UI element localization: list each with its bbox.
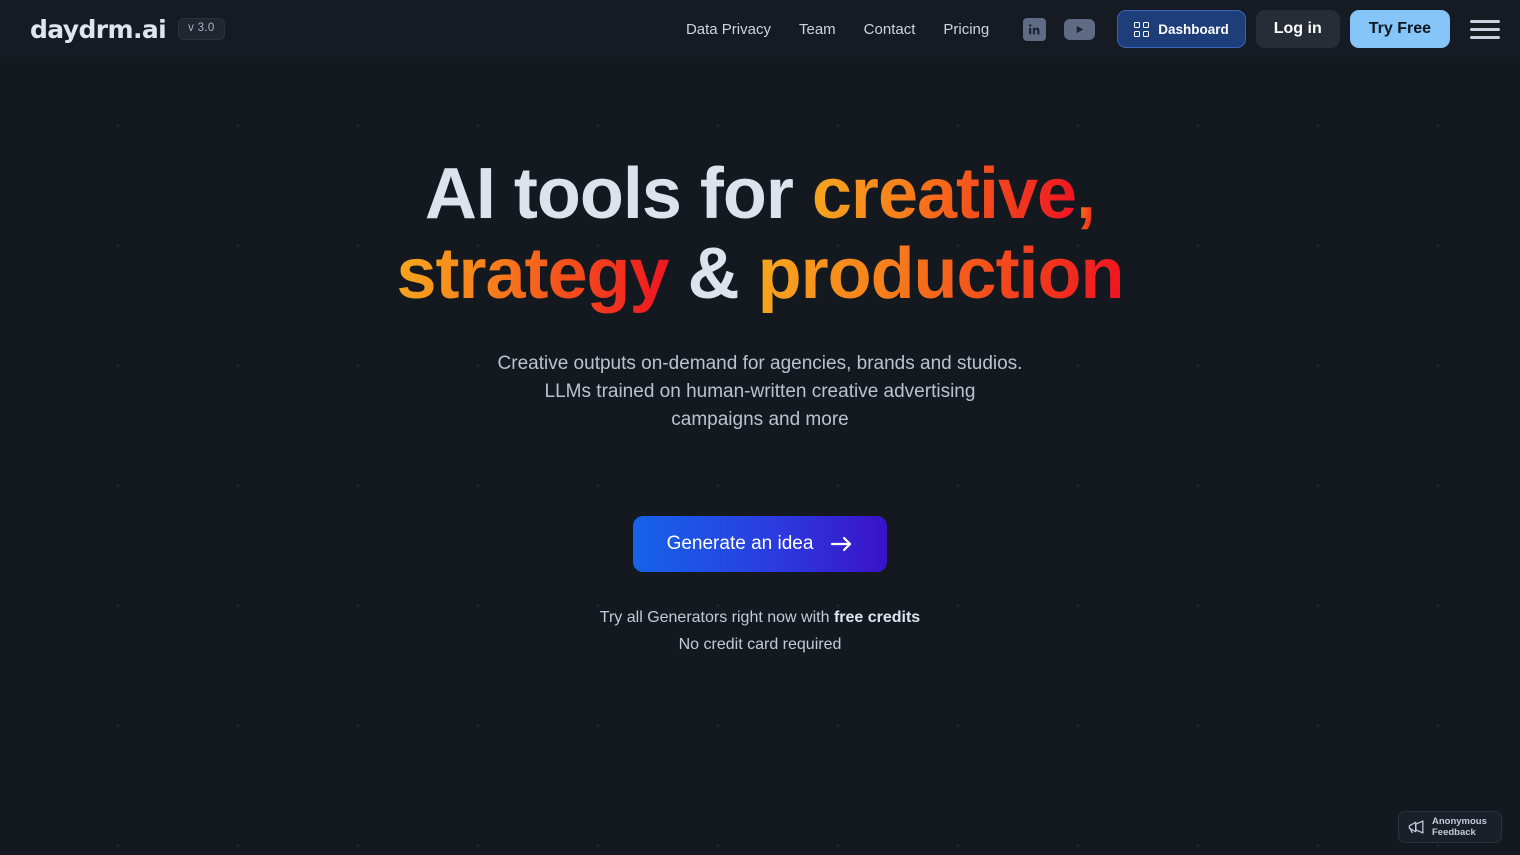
hero-section: AI tools for creative, strategy & produc… (0, 58, 1520, 855)
nav-link-team[interactable]: Team (799, 21, 836, 38)
feedback-label: Anonymous Feedback (1432, 816, 1487, 838)
cta-sub-prefix: Try all Generators right now with (599, 609, 834, 626)
dashboard-button[interactable]: Dashboard (1117, 10, 1246, 48)
headline-line-2: strategy & production (0, 238, 1520, 310)
anonymous-feedback-widget[interactable]: Anonymous Feedback (1398, 811, 1502, 843)
arrow-right-icon (831, 536, 852, 552)
cta-sub-line-2: No credit card required (678, 636, 842, 653)
login-button[interactable]: Log in (1255, 10, 1340, 48)
feedback-label-line-2: Feedback (1432, 827, 1476, 838)
linkedin-icon[interactable] (1023, 17, 1047, 41)
brand-area[interactable]: daydrm.ai v 3.0 (30, 15, 225, 44)
hamburger-menu-icon[interactable] (1470, 19, 1500, 39)
generate-an-idea-button[interactable]: Generate an idea (632, 516, 888, 572)
subtitle-line-2: LLMs trained on human-written creative a… (544, 381, 976, 402)
headline-plain-1: AI tools for (424, 154, 812, 234)
headline-gradient-strategy: strategy (396, 234, 669, 314)
cta-label: Generate an idea (666, 533, 814, 554)
page-title: AI tools for creative, strategy & produc… (0, 158, 1520, 310)
version-badge: v 3.0 (178, 18, 225, 40)
nav-link-data-privacy[interactable]: Data Privacy (686, 21, 771, 38)
youtube-icon[interactable] (1064, 18, 1096, 40)
megaphone-icon (1408, 820, 1424, 834)
main-navigation: Data Privacy Team Contact Pricing (686, 21, 989, 38)
cta-container: Generate an idea (0, 516, 1520, 572)
dashboard-button-label: Dashboard (1158, 21, 1229, 37)
linkedin-glyph (1029, 23, 1040, 34)
nav-link-contact[interactable]: Contact (864, 21, 916, 38)
feedback-label-line-1: Anonymous (1432, 816, 1487, 827)
cta-sub-bold: free credits (833, 609, 921, 626)
nav-link-pricing[interactable]: Pricing (943, 21, 989, 38)
header-actions: Dashboard Log in Try Free (1117, 10, 1500, 48)
logo-text: daydrm.ai (30, 14, 167, 44)
play-triangle-glyph (1076, 25, 1084, 33)
grid-icon (1134, 21, 1150, 37)
headline-ampersand: & (668, 234, 758, 314)
subtitle-line-3: campaigns and more (671, 409, 849, 430)
try-free-button[interactable]: Try Free (1349, 10, 1450, 48)
headline-gradient-production: production (757, 234, 1125, 314)
headline-gradient-creative: creative (811, 154, 1077, 234)
headline-comma: , (1076, 154, 1096, 234)
social-links (1023, 17, 1096, 41)
site-header: daydrm.ai v 3.0 Data Privacy Team Contac… (0, 0, 1520, 58)
hero-subtitle: Creative outputs on-demand for agencies,… (0, 350, 1520, 434)
cta-subtext: Try all Generators right now with free c… (0, 604, 1520, 658)
subtitle-line-1: Creative outputs on-demand for agencies,… (497, 353, 1023, 374)
